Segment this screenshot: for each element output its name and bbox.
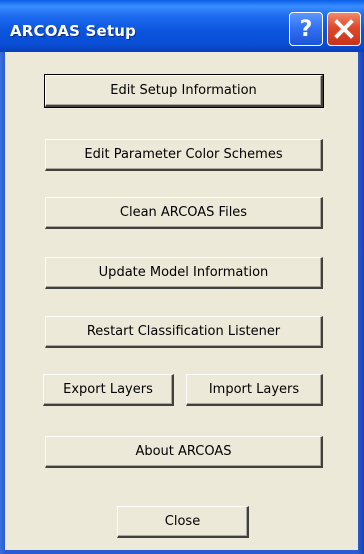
- update-model-information-button[interactable]: Update Model Information: [45, 257, 323, 289]
- close-icon: [334, 19, 354, 39]
- edit-parameter-color-schemes-button[interactable]: Edit Parameter Color Schemes: [45, 139, 323, 171]
- restart-classification-listener-button[interactable]: Restart Classification Listener: [45, 316, 323, 348]
- help-icon: ?: [299, 16, 313, 42]
- close-button[interactable]: Close: [117, 506, 249, 538]
- help-button[interactable]: ?: [289, 12, 323, 46]
- edit-setup-information-button[interactable]: Edit Setup Information: [44, 74, 324, 108]
- title-bar[interactable]: ARCOAS Setup ?: [0, 0, 364, 52]
- dialog-client-area: Edit Setup Information Edit Parameter Co…: [5, 52, 358, 550]
- clean-arcoas-files-button[interactable]: Clean ARCOAS Files: [45, 197, 323, 229]
- close-window-button[interactable]: [327, 12, 361, 46]
- import-layers-button[interactable]: Import Layers: [186, 374, 323, 406]
- window-title: ARCOAS Setup: [10, 22, 137, 40]
- about-arcoas-button[interactable]: About ARCOAS: [45, 436, 323, 468]
- export-layers-button[interactable]: Export Layers: [43, 374, 174, 406]
- setup-dialog-window: ARCOAS Setup ? Edit Setup Information Ed…: [0, 0, 364, 554]
